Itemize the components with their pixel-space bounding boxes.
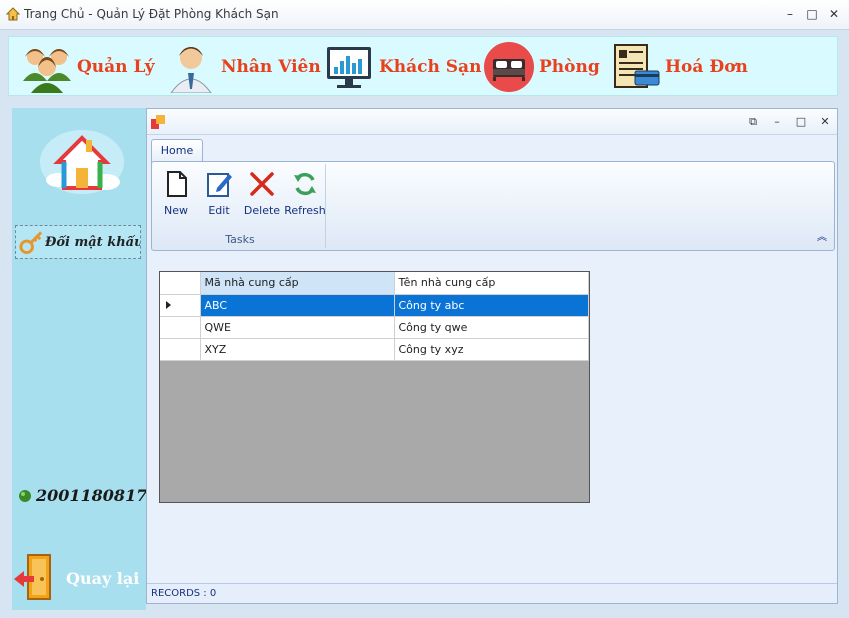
table-row[interactable]: QWE Công ty qwe <box>160 316 589 339</box>
row-header[interactable] <box>160 316 201 339</box>
user-id-text: 2001180817 <box>36 486 148 505</box>
window-title: Trang Chủ - Quản Lý Đặt Phòng Khách Sạn <box>24 7 279 21</box>
main-menu-bar: Quản Lý Nhân Viên Khách Sạn Phòng Hoá Đơ… <box>8 36 838 96</box>
menu-item-phong[interactable]: Phòng <box>483 41 600 93</box>
ribbon: New Edit Delete Refresh Tasks ︽ <box>151 161 835 251</box>
ribbon-tabs: Home <box>147 135 837 163</box>
grid-cell[interactable]: Công ty xyz <box>394 338 589 361</box>
bed-icon <box>484 42 534 92</box>
supplier-form: ⧉ – □ ✕ Home New Edit Delete Refresh Tas… <box>146 108 838 604</box>
window-titlebar: Trang Chủ - Quản Lý Đặt Phòng Khách Sạn … <box>0 0 849 30</box>
ribbon-group-label: Tasks <box>225 233 255 246</box>
new-document-icon <box>167 171 187 197</box>
refresh-label: Refresh <box>284 204 326 217</box>
form-maximize-button[interactable]: □ <box>793 114 809 130</box>
back-button[interactable]: Quay lại <box>12 552 146 604</box>
table-row[interactable]: ABC Công ty abc <box>160 294 589 317</box>
delete-button[interactable]: Delete <box>240 170 284 224</box>
delete-icon <box>250 172 274 196</box>
menu-item-khach-san[interactable]: Khách Sạn <box>323 41 481 93</box>
grid-header-row: Mã nhà cung cấp Tên nhà cung cấp <box>160 272 589 295</box>
back-label: Quay lại <box>66 568 140 588</box>
supplier-grid[interactable]: Mã nhà cung cấp Tên nhà cung cấp ABC Côn… <box>159 271 590 503</box>
home-icon <box>6 7 20 21</box>
ribbon-group-tasks: New Edit Delete Refresh Tasks <box>154 164 326 248</box>
home-logo-icon <box>40 130 124 194</box>
refresh-button[interactable]: Refresh <box>283 170 327 224</box>
edit-icon <box>207 173 232 197</box>
form-close-button[interactable]: ✕ <box>817 114 833 130</box>
tab-home[interactable]: Home <box>151 139 203 163</box>
users-group-icon <box>23 49 71 93</box>
records-count: RECORDS : 0 <box>151 588 217 599</box>
invoice-icon <box>614 44 660 88</box>
refresh-icon <box>294 172 316 196</box>
column-header-ten-ncc[interactable]: Tên nhà cung cấp <box>394 272 589 295</box>
row-header[interactable] <box>160 294 201 317</box>
online-status-icon <box>19 489 31 502</box>
form-restore-icon[interactable]: ⧉ <box>745 114 761 130</box>
grid-cell[interactable]: XYZ <box>200 338 395 361</box>
sidebar: Đổi mật khẩu 2001180817 Quay lại <box>12 108 147 610</box>
row-header[interactable] <box>160 338 201 361</box>
delete-label: Delete <box>243 204 281 217</box>
menu-label: Nhân Viên <box>221 57 321 77</box>
menu-label: Hoá Đơn <box>665 57 748 77</box>
close-button[interactable]: ✕ <box>825 6 843 22</box>
current-row-icon <box>166 300 171 309</box>
menu-item-hoa-don[interactable]: Hoá Đơn <box>609 41 748 93</box>
employee-icon <box>170 47 212 93</box>
grid-table: Mã nhà cung cấp Tên nhà cung cấp ABC Côn… <box>160 272 589 361</box>
exit-door-icon <box>14 554 51 600</box>
change-password-label: Đổi mật khẩu <box>45 234 140 250</box>
chart-monitor-icon <box>327 47 371 88</box>
ribbon-collapse-icon[interactable]: ︽ <box>816 232 828 244</box>
change-password-button[interactable]: Đổi mật khẩu <box>15 225 141 259</box>
column-header-ma-ncc[interactable]: Mã nhà cung cấp <box>200 272 395 295</box>
edit-button[interactable]: Edit <box>197 170 241 224</box>
grid-cell[interactable]: Công ty qwe <box>394 316 589 339</box>
menu-label: Khách Sạn <box>379 57 482 77</box>
grid-cell[interactable]: QWE <box>200 316 395 339</box>
status-bar: RECORDS : 0 <box>147 583 837 603</box>
menu-label: Quản Lý <box>77 57 155 77</box>
maximize-button[interactable]: □ <box>803 6 821 22</box>
form-icon <box>151 115 165 129</box>
menu-item-nhan-vien[interactable]: Nhân Viên <box>165 41 321 93</box>
menu-item-quan-ly[interactable]: Quản Lý <box>21 41 155 93</box>
key-icon <box>19 231 43 255</box>
edit-label: Edit <box>208 204 230 217</box>
grid-cell[interactable]: Công ty abc <box>394 294 589 317</box>
grid-cell[interactable]: ABC <box>200 294 395 317</box>
user-id: 2001180817 <box>18 486 147 505</box>
form-titlebar: ⧉ – □ ✕ <box>147 109 837 135</box>
menu-label: Phòng <box>539 57 600 77</box>
new-label: New <box>164 204 188 217</box>
table-row[interactable]: XYZ Công ty xyz <box>160 338 589 361</box>
minimize-button[interactable]: – <box>781 6 799 22</box>
new-button[interactable]: New <box>154 170 198 224</box>
form-minimize-button[interactable]: – <box>769 114 785 130</box>
row-header-corner <box>160 272 201 295</box>
